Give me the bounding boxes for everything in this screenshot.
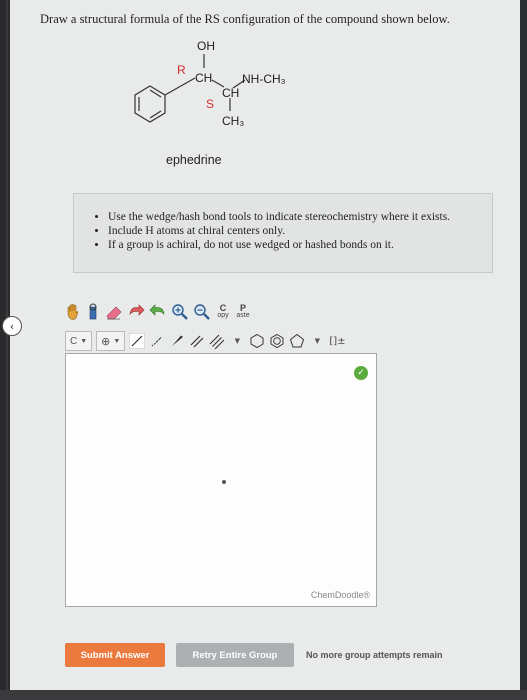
bond-ring-ch [164, 77, 196, 96]
question-prompt: Draw a structural formula of the RS conf… [40, 12, 450, 26]
redo-icon[interactable] [149, 302, 167, 322]
wedge-bond-icon[interactable] [169, 331, 185, 351]
oh-label: OH [197, 39, 215, 53]
hint-item: If a group is achiral, do not use wedged… [108, 238, 480, 252]
single-bond-icon[interactable] [129, 331, 146, 351]
paste-button[interactable]: P aste [235, 302, 251, 322]
left-frame-edge [6, 0, 8, 700]
chevron-left-icon: ‹ [9, 319, 15, 333]
benzene-ring [134, 85, 166, 123]
paste-button-top: P [239, 303, 246, 313]
copy-button-top: C [219, 303, 227, 313]
nh-ch3-label: NH-CH₃ [242, 72, 286, 86]
submit-answer-button[interactable]: Submit Answer [65, 643, 165, 667]
element-selector[interactable]: C ▼ [65, 331, 93, 351]
ring-options-chevron-icon[interactable]: ▼ [309, 331, 325, 351]
zoom-out-icon[interactable] [193, 302, 211, 322]
cyclohexane-icon[interactable] [249, 331, 265, 351]
check-icon: ✓ [354, 366, 368, 380]
lasso-tool-icon[interactable] [85, 302, 101, 322]
stereo-r-label: R [177, 63, 186, 77]
copy-button-bottom: opy [217, 312, 229, 319]
bottom-frame [0, 690, 527, 700]
element-value: C [70, 335, 78, 347]
canvas-dot [222, 480, 226, 484]
hint-item: Use the wedge/hash bond tools to indicat… [108, 210, 480, 224]
ephedrine-structure: OH R CH NH-CH₃ CH S CH₃ [134, 39, 286, 128]
collapse-panel-button[interactable]: ‹ [2, 316, 22, 336]
undo-icon[interactable] [127, 302, 145, 322]
ch-label-1: CH [195, 71, 212, 85]
double-bond-icon[interactable] [189, 331, 205, 351]
chevron-down-icon: ▼ [113, 337, 121, 345]
paste-button-bottom: aste [236, 312, 250, 319]
drawing-toolbar: C opy P aste C ▼ ⊕ ▼ ▼ ▼ []± [65, 300, 385, 360]
ch-label-2: CH [222, 86, 239, 100]
hints-box: Use the wedge/hash bond tools to indicat… [73, 193, 493, 273]
toolbar-row-2: C ▼ ⊕ ▼ ▼ ▼ []± [65, 330, 346, 352]
retry-entire-group-button[interactable]: Retry Entire Group [176, 643, 294, 667]
hints-list: Use the wedge/hash bond tools to indicat… [94, 210, 480, 252]
hash-bond-icon[interactable] [149, 331, 165, 351]
cyclopentane-icon[interactable] [289, 331, 305, 351]
chevron-down-icon: ▼ [80, 337, 88, 345]
bond-options-chevron-icon[interactable]: ▼ [229, 331, 245, 351]
eraser-tool-icon[interactable] [105, 302, 123, 322]
bracket-charge-icon[interactable]: []± [329, 331, 345, 351]
copy-button[interactable]: C opy [215, 302, 231, 322]
compound-name: ephedrine [166, 153, 222, 167]
ch3-label: CH₃ [222, 114, 244, 128]
benzene-icon[interactable] [269, 331, 285, 351]
hand-tool-icon[interactable] [65, 302, 81, 322]
chemdoodle-brand: ChemDoodle® [310, 590, 370, 600]
zoom-in-icon[interactable] [171, 302, 189, 322]
stereo-s-label: S [206, 97, 214, 111]
left-frame [0, 0, 10, 700]
hint-item: Include H atoms at chiral centers only. [108, 224, 480, 238]
charge-selector[interactable]: ⊕ ▼ [96, 331, 126, 351]
charge-icon: ⊕ [101, 334, 111, 348]
toolbar-row-1: C opy P aste [65, 300, 251, 324]
attempts-status: No more group attempts remain [306, 650, 443, 660]
drawing-canvas[interactable]: ✓ ChemDoodle® [65, 353, 377, 607]
triple-bond-icon[interactable] [209, 331, 225, 351]
